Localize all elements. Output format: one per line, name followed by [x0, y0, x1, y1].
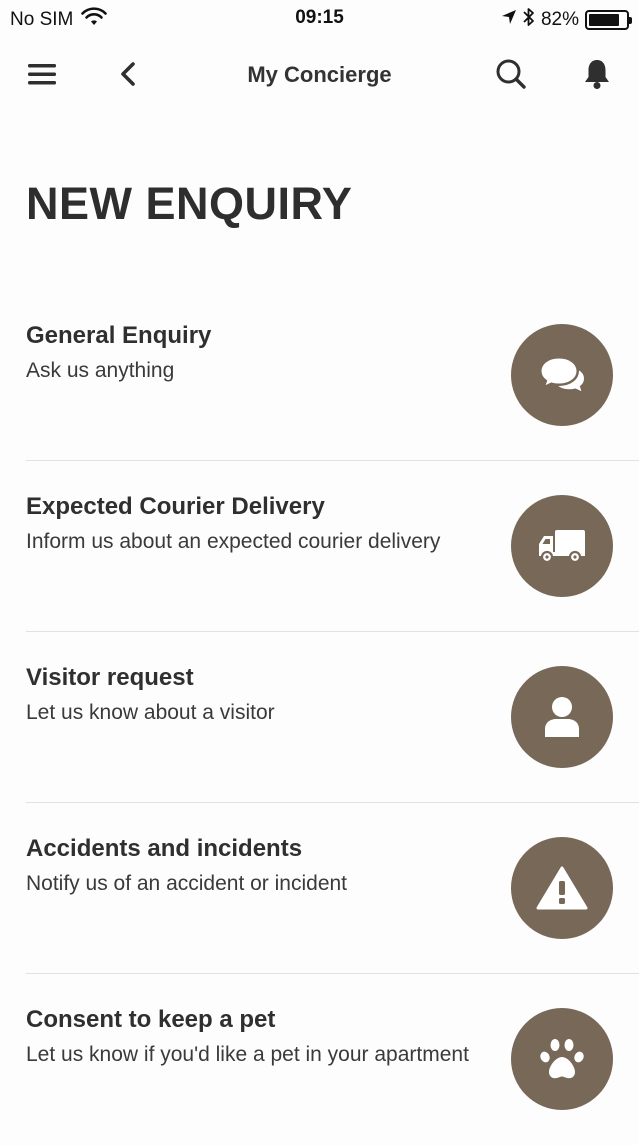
menu-button[interactable]: [20, 50, 64, 102]
enquiry-item-pet[interactable]: Consent to keep a pet Let us know if you…: [26, 974, 639, 1145]
search-button[interactable]: [489, 50, 533, 102]
enquiry-item-accidents[interactable]: Accidents and incidents Notify us of an …: [26, 803, 639, 974]
notifications-button[interactable]: [575, 50, 619, 102]
search-icon: [495, 58, 527, 95]
menu-icon: [28, 62, 56, 91]
enquiry-item-subtitle: Inform us about an expected courier deli…: [26, 530, 441, 553]
battery-percent: 82%: [540, 9, 579, 30]
enquiry-item-subtitle: Notify us of an accident or incident: [26, 872, 348, 895]
enquiry-item-title: Accidents and incidents: [26, 835, 303, 862]
enquiry-item-subtitle: Ask us anything: [26, 359, 175, 382]
warning-icon: [511, 837, 613, 939]
enquiry-item-subtitle: Let us know if you'd like a pet in your …: [26, 1043, 469, 1066]
enquiry-item-courier[interactable]: Expected Courier Delivery Inform us abou…: [26, 461, 639, 632]
paw-icon: [511, 1008, 613, 1110]
enquiry-item-title: Expected Courier Delivery: [26, 493, 325, 520]
bell-icon: [583, 58, 611, 95]
enquiry-item-title: General Enquiry: [26, 322, 212, 349]
status-bar: No SIM 09:15 82%: [0, 0, 639, 36]
enquiry-item-subtitle: Let us know about a visitor: [26, 701, 275, 724]
bluetooth-icon: [523, 7, 535, 33]
enquiry-item-title: Consent to keep a pet: [26, 1006, 276, 1033]
enquiry-item-visitor[interactable]: Visitor request Let us know about a visi…: [26, 632, 639, 803]
nav-title: My Concierge: [247, 62, 392, 87]
enquiry-list: General Enquiry Ask us anything Expected…: [0, 290, 639, 1145]
back-button[interactable]: [106, 50, 150, 102]
chat-bubbles-icon: [511, 324, 613, 426]
back-icon: [119, 61, 137, 92]
enquiry-item-general[interactable]: General Enquiry Ask us anything: [26, 290, 639, 461]
enquiry-item-title: Visitor request: [26, 664, 194, 691]
nav-bar: My Concierge: [0, 50, 639, 102]
truck-icon: [511, 495, 613, 597]
location-arrow-icon: [501, 9, 517, 31]
person-icon: [511, 666, 613, 768]
battery-fill: [589, 14, 619, 26]
page-title: NEW ENQUIRY: [26, 178, 353, 229]
battery-icon: [585, 10, 632, 30]
